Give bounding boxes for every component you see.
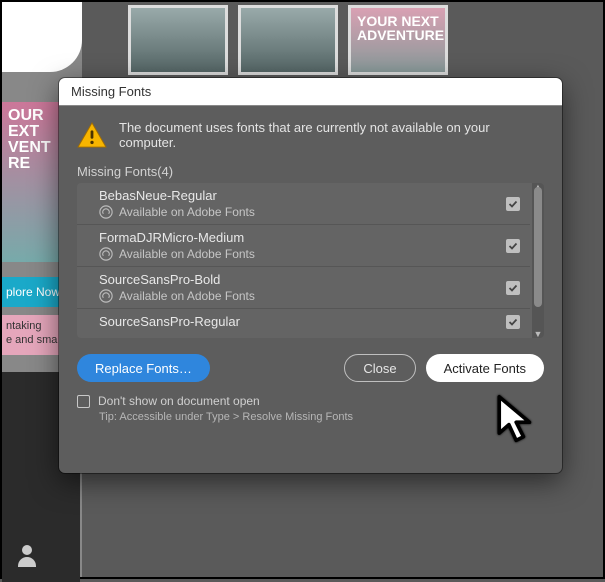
scroll-down-icon[interactable]: ▼ [532, 329, 544, 338]
font-availability-label: Available on Adobe Fonts [119, 205, 255, 219]
missing-fonts-dialog: Missing Fonts The document uses fonts th… [59, 78, 562, 473]
app-sidebar-top [2, 2, 82, 72]
dialog-tip: Tip: Accessible under Type > Resolve Mis… [99, 411, 544, 423]
warning-text: The document uses fonts that are current… [119, 120, 544, 150]
activate-fonts-button[interactable]: Activate Fonts [426, 354, 544, 382]
close-button[interactable]: Close [344, 354, 415, 382]
font-row[interactable]: FormaDJRMicro-Medium Available on Adobe … [77, 225, 530, 267]
font-row-checkbox[interactable] [506, 239, 520, 253]
font-list-inner: BebasNeue-Regular Available on Adobe Fon… [77, 183, 530, 338]
font-availability-label: Available on Adobe Fonts [119, 247, 255, 261]
dont-show-row[interactable]: Don't show on document open [77, 394, 544, 408]
dialog-titlebar[interactable]: Missing Fonts [59, 78, 562, 106]
warning-row: The document uses fonts that are current… [77, 120, 544, 150]
font-name: SourceSansPro-Bold [99, 272, 490, 287]
person-icon [16, 545, 38, 567]
dialog-body: The document uses fonts that are current… [59, 106, 562, 473]
creative-cloud-icon [99, 205, 113, 219]
font-row[interactable]: SourceSansPro-Bold Available on Adobe Fo… [77, 267, 530, 309]
font-name: BebasNeue-Regular [99, 188, 490, 203]
dont-show-label: Don't show on document open [98, 394, 260, 408]
dialog-button-row: Replace Fonts… Close Activate Fonts [77, 354, 544, 382]
thumbnail: YOUR NEXT ADVENTURE [348, 5, 448, 75]
replace-fonts-button[interactable]: Replace Fonts… [77, 354, 210, 382]
font-list-header: Missing Fonts(4) [77, 164, 544, 179]
font-name: SourceSansPro-Regular [99, 314, 490, 329]
creative-cloud-icon [99, 247, 113, 261]
font-row[interactable]: BebasNeue-Regular Available on Adobe Fon… [77, 183, 530, 225]
font-name: FormaDJRMicro-Medium [99, 230, 490, 245]
thumbnail [128, 5, 228, 75]
font-list: BebasNeue-Regular Available on Adobe Fon… [77, 183, 544, 338]
font-availability: Available on Adobe Fonts [99, 289, 490, 303]
creative-cloud-icon [99, 289, 113, 303]
teaser-line: ntaking [6, 320, 41, 332]
font-availability-label: Available on Adobe Fonts [119, 289, 255, 303]
font-row-checkbox[interactable] [506, 197, 520, 211]
font-row-checkbox[interactable] [506, 315, 520, 329]
font-availability: Available on Adobe Fonts [99, 247, 490, 261]
warning-icon [77, 122, 107, 148]
font-row-checkbox[interactable] [506, 281, 520, 295]
thumbnail-text: YOUR NEXT ADVENTURE [351, 8, 445, 48]
teaser-line: e and sma [6, 334, 57, 346]
scroll-thumb[interactable] [534, 187, 542, 307]
dont-show-checkbox[interactable] [77, 395, 90, 408]
dialog-title: Missing Fonts [71, 84, 151, 99]
font-list-scrollbar[interactable]: ▲ ▼ [532, 183, 544, 338]
thumbnail [238, 5, 338, 75]
font-availability: Available on Adobe Fonts [99, 205, 490, 219]
font-row[interactable]: SourceSansPro-Regular [77, 309, 530, 334]
